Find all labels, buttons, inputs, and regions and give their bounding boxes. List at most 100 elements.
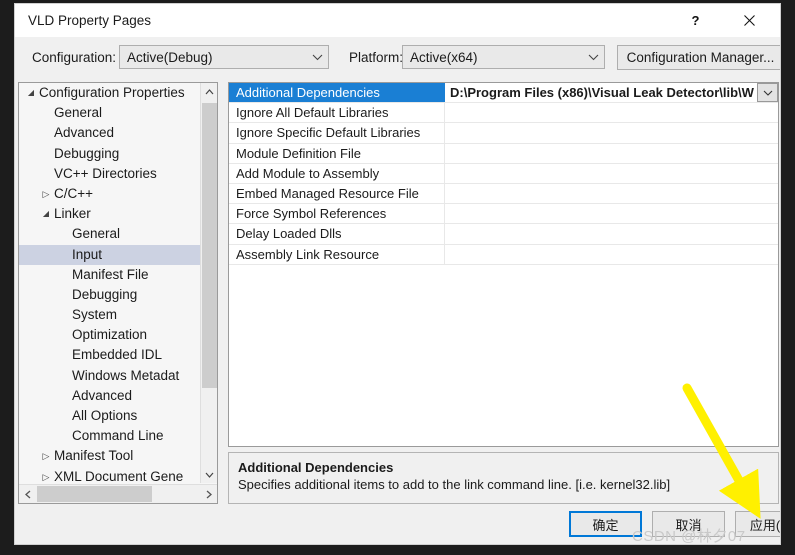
- tree-item-windows-metadat[interactable]: Windows Metadat: [19, 366, 200, 386]
- chevron-down-icon: [582, 54, 604, 61]
- cancel-button[interactable]: 取消: [652, 511, 725, 537]
- close-button[interactable]: [727, 4, 772, 36]
- configuration-manager-button[interactable]: Configuration Manager...: [617, 45, 780, 70]
- property-value[interactable]: [445, 144, 778, 163]
- property-name: Delay Loaded Dlls: [229, 224, 445, 244]
- property-name: Assembly Link Resource: [229, 244, 445, 264]
- property-value[interactable]: [445, 164, 778, 183]
- tree-item-all-options[interactable]: All Options: [19, 406, 200, 426]
- property-row[interactable]: Force Symbol References: [229, 204, 778, 225]
- tree-item-label: Configuration Properties: [39, 85, 185, 100]
- window-title: VLD Property Pages: [28, 13, 152, 28]
- screen-frame: VLD Property Pages ? Configuration: Acti…: [0, 0, 795, 555]
- property-value[interactable]: [445, 245, 778, 264]
- property-row[interactable]: Ignore All Default Libraries: [229, 103, 778, 124]
- tree-item-label: C/C++: [54, 185, 94, 201]
- property-grid[interactable]: Additional Dependencies D:\Program Files …: [228, 82, 779, 447]
- help-button[interactable]: ?: [673, 4, 718, 36]
- tree-item-label: Manifest File: [72, 266, 149, 282]
- tree-item-advanced[interactable]: Advanced: [19, 386, 200, 406]
- property-row[interactable]: Embed Managed Resource File: [229, 183, 778, 205]
- property-value[interactable]: [445, 204, 778, 223]
- tree-item-label: System: [72, 307, 118, 323]
- tree-item-label: Advanced: [54, 125, 115, 141]
- tree-item-system[interactable]: System: [19, 305, 200, 325]
- expanded-triangle-icon[interactable]: ◢: [39, 204, 53, 224]
- tree-item-configuration-properties[interactable]: ◢ Configuration Properties: [19, 83, 200, 103]
- tree-hscroll-thumb[interactable]: [37, 486, 152, 502]
- tree-item-label: Linker: [54, 206, 91, 222]
- property-row[interactable]: Delay Loaded Dlls: [229, 224, 778, 245]
- property-name: Ignore Specific Default Libraries: [229, 123, 445, 143]
- tree-item-manifest-tool[interactable]: ▷ Manifest Tool: [19, 446, 200, 466]
- property-value[interactable]: D:\Program Files (x86)\Visual Leak Detec…: [445, 83, 778, 102]
- collapsed-triangle-icon[interactable]: ▷: [39, 467, 53, 483]
- tree-item-label: Embedded IDL: [72, 347, 163, 363]
- property-tree[interactable]: ◢ Configuration Properties General Advanced…: [19, 83, 200, 483]
- property-row[interactable]: Add Module to Assembly: [229, 163, 778, 184]
- tree-item-vc-directories[interactable]: VC++ Directories: [19, 164, 200, 184]
- scroll-up-button[interactable]: [201, 83, 217, 100]
- collapsed-triangle-icon[interactable]: ▷: [39, 184, 53, 204]
- platform-label: Platform:: [349, 50, 404, 65]
- scroll-left-button[interactable]: [19, 485, 36, 503]
- scroll-down-button[interactable]: [201, 466, 218, 483]
- property-value-dropdown-button[interactable]: [757, 83, 778, 102]
- property-row[interactable]: Ignore Specific Default Libraries: [229, 123, 778, 144]
- configuration-select[interactable]: Active(Debug): [119, 45, 329, 69]
- property-row[interactable]: Module Definition File: [229, 143, 778, 164]
- tree-item-label: Windows Metadat: [72, 367, 180, 383]
- close-x-icon: [744, 14, 755, 26]
- property-value[interactable]: [445, 184, 778, 203]
- tree-item-manifest-file[interactable]: Manifest File: [19, 265, 200, 285]
- tree-scroll-thumb[interactable]: [202, 103, 217, 388]
- configuration-value: Active(Debug): [127, 49, 213, 65]
- tree-item-label: Advanced: [72, 387, 133, 403]
- property-value[interactable]: [445, 123, 778, 142]
- tree-horizontal-scrollbar[interactable]: [19, 484, 217, 503]
- tree-item-embedded-idl[interactable]: Embedded IDL: [19, 345, 200, 365]
- tree-item-debugging[interactable]: Debugging: [19, 144, 200, 164]
- tree-item-linker[interactable]: ◢ Linker: [19, 204, 200, 224]
- expanded-triangle-icon[interactable]: ◢: [24, 83, 38, 103]
- tree-item-general[interactable]: General: [19, 103, 200, 123]
- chevron-down-icon: [763, 90, 772, 96]
- property-value[interactable]: [445, 224, 778, 243]
- tree-item-debugging[interactable]: Debugging: [19, 285, 200, 305]
- property-value[interactable]: [445, 103, 778, 122]
- tree-item-advanced[interactable]: Advanced: [19, 123, 200, 143]
- property-name: Add Module to Assembly: [229, 163, 445, 183]
- tree-item-c-c[interactable]: ▷ C/C++: [19, 184, 200, 204]
- platform-select[interactable]: Active(x64): [402, 45, 605, 69]
- chevron-left-icon: [24, 490, 30, 498]
- tree-vertical-scrollbar[interactable]: [200, 83, 217, 483]
- property-name: Module Definition File: [229, 143, 445, 163]
- property-name: Embed Managed Resource File: [229, 183, 445, 204]
- property-row[interactable]: Assembly Link Resource: [229, 244, 778, 265]
- description-text: Specifies additional items to add to the…: [238, 477, 671, 492]
- property-name: Ignore All Default Libraries: [229, 103, 445, 123]
- collapsed-triangle-icon[interactable]: ▷: [39, 446, 53, 466]
- dialog-content: ◢ Configuration Properties General Advanced…: [15, 78, 780, 506]
- dialog-footer: 确定 取消 应用(A): [15, 504, 780, 544]
- tree-item-label: General: [54, 105, 103, 121]
- tree-item-label: Manifest Tool: [54, 448, 134, 464]
- chevron-right-icon: [206, 490, 212, 498]
- apply-button[interactable]: 应用(A): [735, 511, 780, 537]
- property-row[interactable]: Additional Dependencies D:\Program Files …: [229, 83, 778, 104]
- title-bar: VLD Property Pages ?: [15, 4, 780, 37]
- tree-item-input[interactable]: Input: [19, 244, 200, 265]
- property-name: Force Symbol References: [229, 204, 445, 224]
- ok-button[interactable]: 确定: [569, 511, 642, 537]
- tree-item-label: Debugging: [54, 145, 120, 161]
- tree-item-general[interactable]: General: [19, 224, 200, 244]
- tree-item-xml-document-gene[interactable]: ▷ XML Document Gene: [19, 467, 200, 483]
- tree-item-command-line[interactable]: Command Line: [19, 426, 200, 446]
- property-pages-dialog: VLD Property Pages ? Configuration: Acti…: [14, 3, 781, 545]
- platform-value: Active(x64): [410, 49, 478, 65]
- chevron-down-icon: [306, 54, 328, 61]
- tree-item-optimization[interactable]: Optimization: [19, 325, 200, 345]
- scroll-right-button[interactable]: [200, 485, 217, 503]
- property-value-text: D:\Program Files (x86)\Visual Leak Detec…: [450, 85, 754, 100]
- tree-item-label: All Options: [72, 408, 138, 423]
